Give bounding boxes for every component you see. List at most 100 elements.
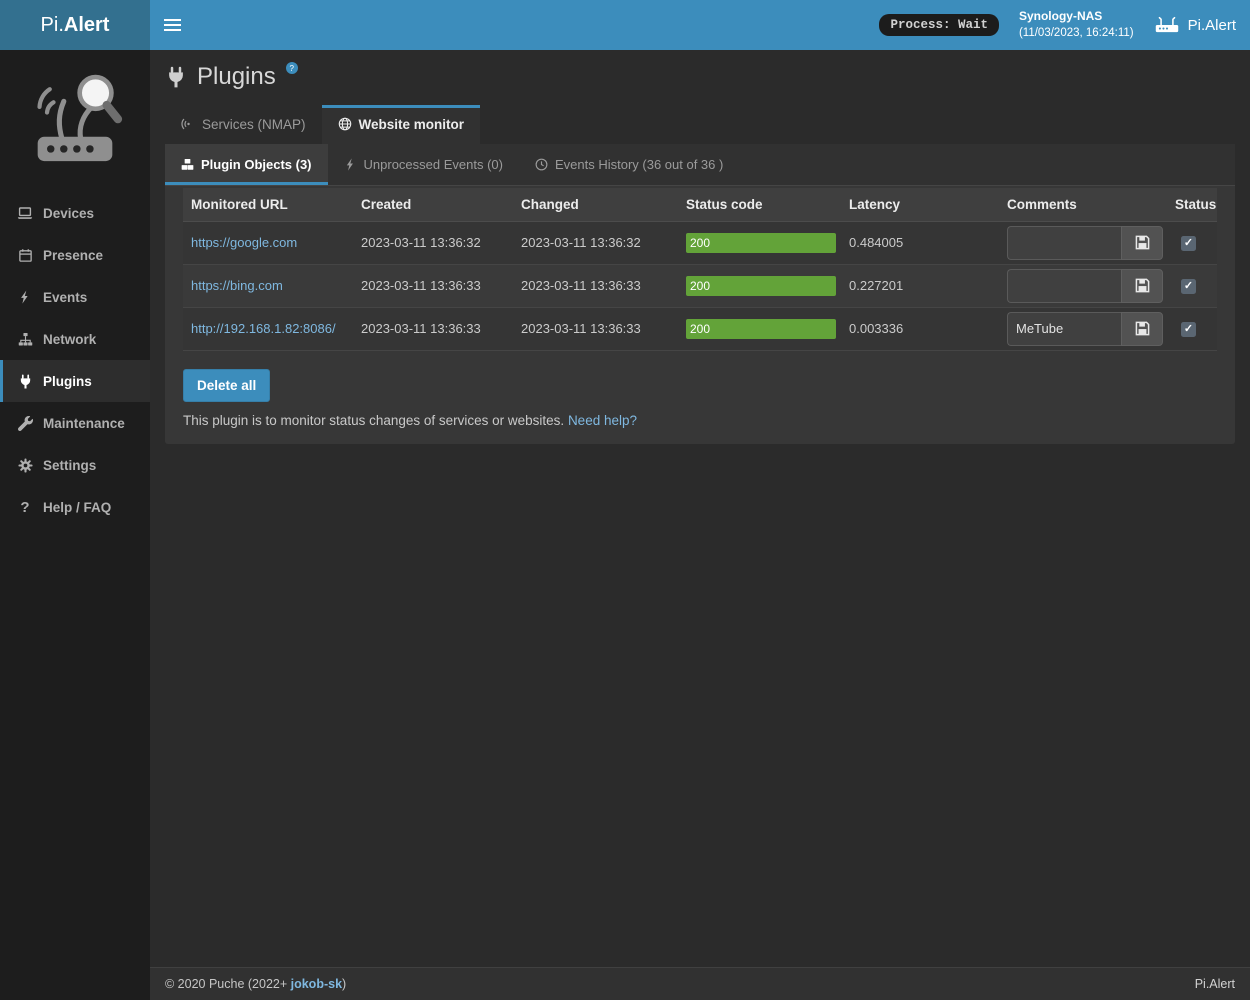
sidebar-item-label: Presence (43, 248, 103, 263)
save-button[interactable] (1121, 226, 1163, 260)
sidebar-toggle-button[interactable] (150, 0, 194, 50)
footer-copyright: © 2020 Puche (2022+ jokob-sk) (165, 977, 346, 991)
content-header: Plugins ? (150, 50, 1250, 92)
created-cell: 2023-03-11 13:36:32 (353, 221, 513, 264)
table-row: https://bing.com 2023-03-11 13:36:33 202… (183, 264, 1217, 307)
sidebar-item-presence[interactable]: Presence (0, 234, 150, 276)
floppy-icon (1135, 278, 1150, 293)
help-badge[interactable]: ? (286, 62, 298, 74)
column-header: Status code (678, 188, 841, 222)
device-timestamp: (11/03/2023, 16:24:11) (1019, 25, 1134, 42)
footer-author-link[interactable]: jokob-sk (291, 977, 342, 991)
delete-all-button[interactable]: Delete all (183, 369, 270, 402)
comment-input-group (1007, 226, 1163, 260)
router-icon (1154, 15, 1180, 35)
footer-copyright-suffix: ) (342, 977, 346, 991)
calendar-icon (17, 247, 33, 263)
sidebar-item-label: Maintenance (43, 416, 125, 431)
monitored-url-link[interactable]: http://192.168.1.82:8086/ (191, 321, 336, 336)
app-logo (0, 50, 150, 192)
tab-plugin-objects[interactable]: Plugin Objects (3) (165, 144, 328, 185)
column-header: Latency (841, 188, 999, 222)
comment-input[interactable] (1007, 269, 1121, 303)
created-cell: 2023-03-11 13:36:33 (353, 307, 513, 350)
tab-events-history[interactable]: Events History (36 out of 36 ) (519, 144, 739, 185)
sidebar-item-plugins[interactable]: Plugins (0, 360, 150, 402)
changed-cell: 2023-03-11 13:36:33 (513, 307, 678, 350)
tab-unprocessed-events[interactable]: Unprocessed Events (0) (328, 144, 519, 185)
cubes-icon (181, 158, 194, 171)
tab-label: Services (NMAP) (202, 117, 306, 132)
sidebar-item-maintenance[interactable]: Maintenance (0, 402, 150, 444)
sidebar: Devices Presence Events Network Plugins … (0, 50, 150, 1000)
status-checkbox[interactable] (1181, 322, 1196, 337)
table-row: https://google.com 2023-03-11 13:36:32 2… (183, 221, 1217, 264)
plugin-objects-table: Monitored URL Created Changed Status cod… (183, 188, 1217, 351)
bolt-icon (17, 289, 33, 305)
process-status-badge: Process: Wait (879, 14, 999, 36)
globe-icon (338, 117, 352, 131)
table-row: http://192.168.1.82:8086/ 2023-03-11 13:… (183, 307, 1217, 350)
brand-suffix: Alert (64, 14, 110, 37)
column-header: Created (353, 188, 513, 222)
brand-prefix: Pi. (41, 14, 64, 37)
panel-body: Monitored URL Created Changed Status cod… (165, 186, 1235, 444)
laptop-icon (17, 205, 33, 221)
sidebar-item-network[interactable]: Network (0, 318, 150, 360)
signal-icon (181, 117, 195, 131)
save-button[interactable] (1121, 312, 1163, 346)
status-checkbox[interactable] (1181, 279, 1196, 294)
created-cell: 2023-03-11 13:36:33 (353, 264, 513, 307)
top-bar: Pi.Alert Process: Wait Synology-NAS (11/… (0, 0, 1250, 50)
wrench-icon (17, 415, 33, 431)
monitored-url-link[interactable]: https://bing.com (191, 278, 283, 293)
clock-icon (535, 158, 548, 171)
navbar-app[interactable]: Pi.Alert (1154, 15, 1236, 35)
latency-cell: 0.227201 (841, 264, 999, 307)
sidebar-item-settings[interactable]: Settings (0, 444, 150, 486)
latency-cell: 0.484005 (841, 221, 999, 264)
comment-input-group (1007, 269, 1163, 303)
device-info: Synology-NAS (11/03/2023, 16:24:11) (1019, 7, 1134, 42)
website-monitor-panel: Plugin Objects (3) Unprocessed Events (0… (165, 144, 1235, 444)
sidebar-item-events[interactable]: Events (0, 276, 150, 318)
brand-logo[interactable]: Pi.Alert (0, 0, 150, 50)
comment-input[interactable] (1007, 312, 1121, 346)
plug-icon (17, 373, 33, 389)
sidebar-menu: Devices Presence Events Network Plugins … (0, 192, 150, 528)
sidebar-item-label: Devices (43, 206, 94, 221)
sidebar-item-label: Events (43, 290, 87, 305)
sidebar-item-label: Settings (43, 458, 96, 473)
latency-cell: 0.003336 (841, 307, 999, 350)
sidebar-item-help-faq[interactable]: ? Help / FAQ (0, 486, 150, 528)
monitored-url-link[interactable]: https://google.com (191, 235, 297, 250)
tab-label: Website monitor (359, 117, 465, 132)
tab-website-monitor[interactable]: Website monitor (322, 105, 481, 144)
need-help-link[interactable]: Need help? (568, 413, 637, 428)
navbar-app-name: Pi.Alert (1188, 17, 1236, 34)
plugin-tabs: Services (NMAP) Website monitor (150, 105, 1250, 144)
sidebar-item-label: Plugins (43, 374, 92, 389)
sitemap-icon (17, 331, 33, 347)
sidebar-item-devices[interactable]: Devices (0, 192, 150, 234)
save-button[interactable] (1121, 269, 1163, 303)
floppy-icon (1135, 321, 1150, 336)
question-icon: ? (17, 499, 33, 515)
footer-app-name: Pi.Alert (1195, 977, 1235, 991)
bolt-icon (344, 158, 357, 171)
comment-input[interactable] (1007, 226, 1121, 260)
plug-icon (165, 66, 187, 88)
footer-copyright-prefix: © 2020 Puche (2022+ (165, 977, 291, 991)
tab-label: Events History (36 out of 36 ) (555, 157, 723, 172)
status-code-bar: 200 (686, 319, 836, 339)
column-header: Monitored URL (183, 188, 353, 222)
status-code-bar: 200 (686, 276, 836, 296)
navbar: Process: Wait Synology-NAS (11/03/2023, … (150, 0, 1250, 50)
status-checkbox[interactable] (1181, 236, 1196, 251)
plugin-description-text: This plugin is to monitor status changes… (183, 413, 564, 428)
tab-services-nmap[interactable]: Services (NMAP) (165, 105, 322, 144)
main-content: Plugins ? Services (NMAP) Website monito… (150, 0, 1250, 444)
column-header: Comments (999, 188, 1167, 222)
panel-tabs: Plugin Objects (3) Unprocessed Events (0… (165, 144, 1235, 186)
status-code-bar: 200 (686, 233, 836, 253)
